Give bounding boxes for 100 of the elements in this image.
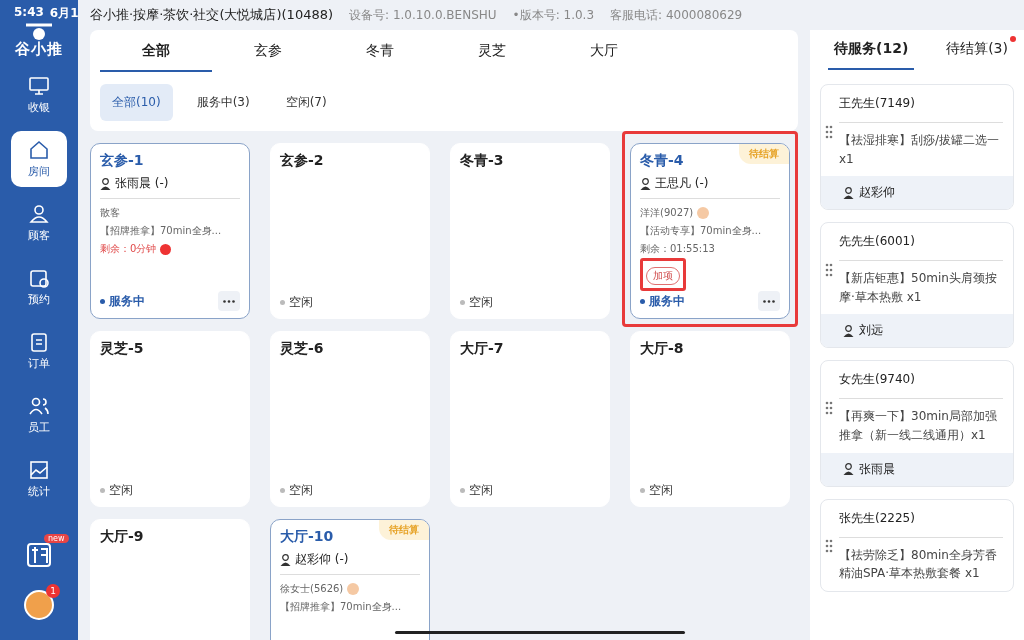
area-tab[interactable]: 大厅 xyxy=(548,36,660,72)
drag-handle-icon[interactable] xyxy=(825,262,833,277)
room-name: 冬青-4 xyxy=(640,152,684,170)
status-dot xyxy=(280,488,285,493)
nav-label: 顾客 xyxy=(28,228,50,243)
room-name: 冬青-3 xyxy=(460,152,504,170)
therapist-name: 张雨晨 (-) xyxy=(115,175,169,192)
room-card[interactable]: 冬青-3 空闲 xyxy=(450,143,610,319)
room-card[interactable]: 大厅-8 空闲 xyxy=(630,331,790,507)
area-tab[interactable]: 灵芝 xyxy=(436,36,548,72)
remaining-time: 剩余：01:55:13 xyxy=(640,242,715,256)
room-status: 空闲 xyxy=(469,482,493,499)
home-icon xyxy=(28,139,50,161)
service-name: 【新店钜惠】50min头肩颈按摩·草本热敷 x1 xyxy=(839,270,998,306)
customer-name: 洋洋(9027) xyxy=(640,206,694,220)
status-dot xyxy=(460,300,465,305)
queue-tab[interactable]: 待结算(3) xyxy=(940,30,1014,70)
room-card[interactable]: 大厅-7 空闲 xyxy=(450,331,610,507)
area-tab[interactable]: 全部 xyxy=(100,36,212,72)
customer-name: 张先生(2225) xyxy=(839,509,1003,538)
device-number: 设备号: 1.0.10.0.BENSHU xyxy=(349,6,497,24)
room-name: 大厅-8 xyxy=(640,340,684,358)
nav-item[interactable]: 订单 xyxy=(11,323,67,379)
status-dot xyxy=(460,488,465,493)
filter-chip[interactable]: 服务中(3) xyxy=(184,84,262,121)
therapist-name: 张雨晨 xyxy=(859,460,895,478)
room-name: 玄参-1 xyxy=(100,152,144,170)
remaining-time: 剩余：0分钟 xyxy=(100,242,157,256)
customer-name: 女先生(9740) xyxy=(839,371,1003,400)
more-icon xyxy=(223,299,235,303)
therapist-name: 赵彩仰 (-) xyxy=(295,551,349,568)
person-icon xyxy=(843,463,854,476)
person-icon xyxy=(843,186,854,199)
room-name: 大厅-7 xyxy=(460,340,504,358)
room-card[interactable]: 大厅-9 xyxy=(90,519,250,640)
status-dot xyxy=(280,300,285,305)
room-card[interactable]: 大厅-10 待结算 赵彩仰 (-) 徐女士(5626) 【招牌推拿】70min全身... xyxy=(270,519,430,640)
room-card[interactable]: 玄参-2 空闲 xyxy=(270,143,430,319)
room-card[interactable]: 灵芝-6 空闲 xyxy=(270,331,430,507)
filter-chip[interactable]: 空闲(7) xyxy=(273,84,339,121)
filter-chip[interactable]: 全部(10) xyxy=(100,84,173,121)
customer-name: 先先生(6001) xyxy=(839,233,1003,262)
person-icon xyxy=(843,324,854,337)
nav-item[interactable]: 顾客 xyxy=(11,195,67,251)
area-tab[interactable]: 玄参 xyxy=(212,36,324,72)
room-status: 空闲 xyxy=(649,482,673,499)
nav-label: 订单 xyxy=(28,356,50,371)
nav-label: 统计 xyxy=(28,484,50,499)
service-name: 【招牌推拿】70min全身... xyxy=(280,600,402,614)
room-status: 空闲 xyxy=(469,294,493,311)
room-status: 空闲 xyxy=(109,482,133,499)
queue-card[interactable]: 张先生(2225) 【祛劳除乏】80min全身芳香精油SPA·草本热敷套餐 x1 xyxy=(820,498,1014,592)
logo-text: 谷小推 xyxy=(15,40,63,59)
therapist-name: 王思凡 (-) xyxy=(655,175,709,192)
monitor-icon xyxy=(28,75,50,97)
status-dot xyxy=(100,488,105,493)
customer-name: 徐女士(5626) xyxy=(280,582,344,596)
room-name: 大厅-9 xyxy=(100,528,144,546)
room-status: 服务中 xyxy=(109,292,145,310)
room-card[interactable]: 玄参-1 张雨晨 (-) 散客 【招牌推拿】70min全身... 剩余：0分钟 服务中 xyxy=(90,143,250,319)
more-button[interactable] xyxy=(758,291,780,311)
room-name: 灵芝-6 xyxy=(280,340,324,358)
service-hotline: 客服电话: 4000080629 xyxy=(610,6,743,24)
more-button[interactable] xyxy=(218,291,240,311)
drag-handle-icon[interactable] xyxy=(825,539,833,554)
queue-card[interactable]: 女先生(9740) 【再爽一下】30min局部加强推拿（新一线二线通用）x1 张雨晨 xyxy=(820,360,1014,487)
alert-icon xyxy=(160,243,172,255)
queue-card[interactable]: 王先生(7149) 【祛湿排寒】刮痧/拔罐二选一 x1 赵彩仰 xyxy=(820,84,1014,211)
service-name: 【再爽一下】30min局部加强推拿（新一线二线通用）x1 xyxy=(839,408,998,444)
version-number: •版本号: 1.0.3 xyxy=(512,6,595,24)
person-icon xyxy=(280,553,291,566)
nav-item[interactable]: 统计 xyxy=(11,451,67,507)
nav-label: 预约 xyxy=(28,292,50,307)
status-time: 5:43 xyxy=(14,5,44,21)
status-dot xyxy=(100,298,105,304)
store-name: 谷小推·按摩·茶饮·社交(大悦城店)(10488) xyxy=(90,6,334,24)
chart-icon xyxy=(28,459,50,481)
queue-tab[interactable]: 待服务(12) xyxy=(828,30,915,70)
nav-item[interactable]: 员工 xyxy=(11,387,67,443)
queue-card[interactable]: 先先生(6001) 【新店钜惠】50min头肩颈按摩·草本热敷 x1 刘远 xyxy=(820,222,1014,349)
status-date: 6月1 xyxy=(49,5,79,22)
status-dot xyxy=(640,298,645,304)
service-name: 【活动专享】70min全身... xyxy=(640,224,762,238)
room-status: 服务中 xyxy=(649,292,685,310)
nav-item[interactable]: 收银 xyxy=(11,67,67,123)
drag-handle-icon[interactable] xyxy=(825,124,833,139)
nav-label: 收银 xyxy=(28,100,50,115)
area-tab[interactable]: 冬青 xyxy=(324,36,436,72)
nav-label: 员工 xyxy=(28,420,50,435)
room-status: 空闲 xyxy=(289,294,313,311)
notification-badge: 1 xyxy=(46,584,60,598)
nav-item[interactable]: 房间 xyxy=(11,131,67,187)
room-card[interactable]: 灵芝-5 空闲 xyxy=(90,331,250,507)
room-card[interactable]: 冬青-4 待结算 王思凡 (-) 洋洋(9027) 【活动专享】70min全身... 剩余：01:55:13 加项 服务中 xyxy=(630,143,790,319)
service-name: 【祛劳除乏】80min全身芳香精油SPA·草本热敷套餐 x1 xyxy=(839,546,998,583)
room-name: 玄参-2 xyxy=(280,152,324,170)
therapist-name: 赵彩仰 xyxy=(859,184,895,202)
drag-handle-icon[interactable] xyxy=(825,400,833,415)
nav-item[interactable]: 预约 xyxy=(11,259,67,315)
app-logo-icon[interactable] xyxy=(26,542,52,568)
